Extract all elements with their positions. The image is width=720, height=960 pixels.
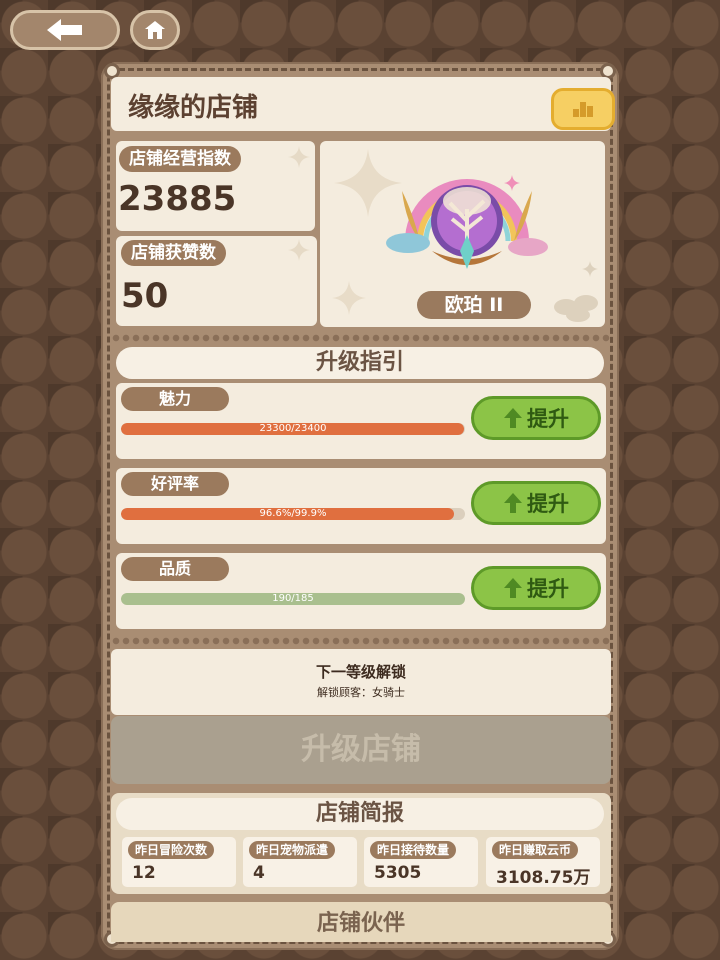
sparkle-icon — [288, 239, 310, 261]
report-value: 12 — [132, 863, 156, 883]
guide-label: 品质 — [121, 557, 229, 581]
arrow-left-icon — [47, 19, 82, 41]
progress-text: 23300/23400 — [259, 423, 327, 434]
report-label: 昨日冒险次数 — [128, 841, 215, 859]
boost-label: 提升 — [527, 577, 569, 601]
likes-label: 店铺获赞数 — [121, 240, 226, 266]
home-button[interactable] — [130, 10, 180, 50]
progress-bar: 190/185 — [121, 593, 465, 605]
likes-value: 50 — [121, 276, 169, 316]
divider — [111, 636, 611, 646]
likes-panel: 店铺获赞数 50 — [116, 236, 317, 326]
home-icon — [145, 21, 165, 39]
report-label: 昨日接待数量 — [370, 841, 457, 859]
unlock-info: 下一等级解锁 解锁顾客：女骑士 — [111, 649, 611, 715]
back-button[interactable] — [10, 10, 120, 50]
index-panel: 店铺经营指数 23885 — [116, 141, 315, 231]
progress-text: 190/185 — [272, 593, 314, 604]
arrow-up-icon — [504, 578, 522, 598]
index-value: 23885 — [118, 179, 237, 219]
shop-report: 店铺简报 昨日冒险次数 12 昨日宠物派遣 4 昨日接待数量 5305 昨日赚取… — [111, 793, 611, 894]
guide-label: 好评率 — [121, 472, 229, 496]
boost-label: 提升 — [527, 492, 569, 516]
unlock-detail: 解锁顾客：女骑士 — [317, 686, 405, 699]
boost-button[interactable]: 提升 — [471, 396, 601, 440]
guide-label: 魅力 — [121, 387, 229, 411]
boost-button[interactable]: 提升 — [471, 566, 601, 610]
divider — [111, 333, 611, 343]
progress-text: 96.6%/99.9% — [259, 508, 327, 519]
progress-bar: 23300/23400 — [121, 423, 465, 435]
coffee-beans-icon — [554, 261, 598, 322]
report-label: 昨日宠物派遣 — [249, 841, 336, 859]
tree-badge-icon — [386, 175, 548, 269]
report-value: 5305 — [374, 863, 422, 883]
rank-name: 欧珀 II — [417, 291, 531, 319]
index-label: 店铺经营指数 — [119, 146, 241, 172]
report-card: 昨日宠物派遣 4 — [243, 837, 357, 887]
arrow-up-icon — [504, 408, 522, 428]
report-value: 4 — [253, 863, 265, 883]
upgrade-shop-button[interactable]: 升级店铺 — [111, 716, 611, 784]
guide-row-charm: 魅力 23300/23400 提升 — [116, 383, 606, 459]
report-card: 昨日赚取云币 3108.75万 — [486, 837, 600, 888]
guide-row-quality: 品质 190/185 提升 — [116, 553, 606, 629]
guide-title: 升级指引 — [116, 347, 604, 379]
boost-button[interactable]: 提升 — [471, 481, 601, 525]
shop-title: 缘缘的店铺 — [128, 93, 259, 123]
guide-row-rating: 好评率 96.6%/99.9% 提升 — [116, 468, 606, 544]
boost-label: 提升 — [527, 407, 569, 431]
report-value: 3108.75万 — [496, 868, 591, 888]
unlock-title: 下一等级解锁 — [315, 663, 406, 681]
sparkle-icon — [332, 281, 366, 315]
report-card: 昨日接待数量 5305 — [364, 837, 478, 887]
title-bar: 缘缘的店铺 — [111, 77, 611, 131]
partners-title: 店铺伙伴 — [111, 902, 611, 942]
sparkle-icon — [288, 146, 310, 168]
progress-bar: 96.6%/99.9% — [121, 508, 465, 520]
report-label: 昨日赚取云币 — [492, 841, 579, 859]
ranking-button[interactable] — [551, 88, 615, 130]
arrow-up-icon — [504, 493, 522, 513]
report-title: 店铺简报 — [116, 798, 604, 830]
ranking-icon — [573, 102, 593, 117]
report-card: 昨日冒险次数 12 — [122, 837, 236, 887]
